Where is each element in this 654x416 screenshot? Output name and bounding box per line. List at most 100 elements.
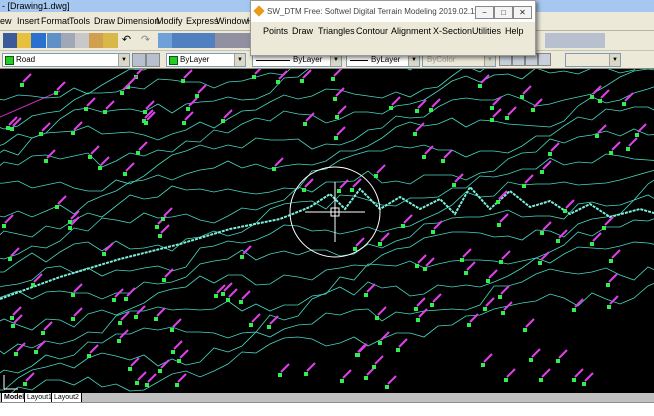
survey-point (54, 91, 58, 95)
dtm-menu-x-section[interactable]: X-Section (433, 25, 472, 37)
paste-icon[interactable] (89, 33, 104, 48)
make-current-layer-icon[interactable] (132, 53, 146, 67)
chevron-down-icon[interactable]: ▼ (609, 54, 620, 66)
copy-icon[interactable] (75, 33, 90, 48)
dtm-menu-points[interactable]: Points (263, 25, 288, 37)
alignment-path (0, 185, 654, 300)
survey-point (181, 79, 185, 83)
survey-point (120, 91, 124, 95)
survey-point (522, 184, 526, 188)
point-label (337, 105, 347, 115)
survey-point (88, 155, 92, 159)
dtm-menu-triangles[interactable]: Triangles (318, 25, 355, 37)
minimize-button[interactable]: − (475, 6, 494, 19)
dtm-menu-draw[interactable]: Draw (292, 25, 313, 37)
survey-point (118, 321, 122, 325)
new-icon[interactable] (3, 33, 18, 48)
survey-point (590, 95, 594, 99)
survey-point (626, 147, 630, 151)
point-label (584, 372, 594, 382)
plot-icon[interactable] (47, 33, 62, 48)
redo-icon[interactable]: ↷ (138, 33, 153, 48)
extra-dropdown[interactable]: ▼ (565, 53, 621, 67)
menu-tools[interactable]: Tools (69, 12, 90, 30)
survey-point (8, 257, 12, 261)
menu-modify[interactable]: Modify (156, 12, 183, 30)
survey-point (350, 188, 354, 192)
match-properties-icon[interactable] (103, 33, 118, 48)
survey-point (385, 385, 389, 389)
dtm-title: SW_DTM Free: Softwel Digital Terrain Mod… (267, 7, 479, 16)
point-label (177, 373, 187, 383)
survey-point (504, 378, 508, 382)
layer-dropdown[interactable]: Road ▼ (2, 53, 130, 67)
point-label (480, 74, 490, 84)
survey-point (135, 381, 139, 385)
survey-point (71, 293, 75, 297)
point-label (223, 282, 233, 292)
pan-icon[interactable] (158, 33, 173, 48)
survey-point (221, 292, 225, 296)
survey-point (249, 323, 253, 327)
menu-view[interactable]: ew (0, 12, 12, 30)
zoom-previous-icon[interactable] (200, 33, 215, 48)
dtm-menu-alignment[interactable]: Alignment (391, 25, 431, 37)
chevron-down-icon[interactable]: ▼ (118, 54, 129, 66)
survey-point (155, 225, 159, 229)
open-icon[interactable] (17, 33, 32, 48)
menu-dimension[interactable]: Dimension (117, 12, 160, 30)
dtm-menu-contour[interactable]: Contour (356, 25, 388, 37)
properties-icon[interactable] (215, 33, 230, 48)
view-tool-icon[interactable] (538, 53, 551, 66)
menu-draw[interactable]: Draw (94, 12, 115, 30)
point-label (147, 373, 157, 383)
point-label (355, 237, 365, 247)
survey-point (221, 119, 225, 123)
survey-point (333, 97, 337, 101)
dtm-menu-utilities[interactable]: Utilities (472, 25, 501, 37)
terrain-model-drawing[interactable] (0, 69, 654, 393)
contour-line (0, 169, 654, 288)
point-label (540, 251, 550, 261)
survey-point (582, 382, 586, 386)
point-label (22, 73, 32, 83)
chevron-down-icon[interactable]: ▼ (234, 54, 245, 66)
point-label (417, 254, 427, 264)
menu-express[interactable]: Express (186, 12, 219, 30)
layer-previous-icon[interactable] (575, 33, 590, 48)
help-icon[interactable] (545, 33, 560, 48)
survey-point (124, 297, 128, 301)
layer-state-icon[interactable] (590, 33, 605, 48)
reference-line (0, 90, 61, 118)
contour-line (0, 266, 654, 391)
survey-point (272, 167, 276, 171)
undo-icon[interactable]: ↶ (119, 33, 134, 48)
zoom-window-icon[interactable] (186, 33, 201, 48)
restore-button[interactable]: □ (494, 6, 513, 19)
cut-icon[interactable] (61, 33, 76, 48)
dtm-menu-help[interactable]: Help (505, 25, 524, 37)
color-dropdown[interactable]: ByLayer ▼ (166, 53, 246, 67)
contour-line (0, 69, 148, 101)
survey-point (490, 106, 494, 110)
close-button[interactable]: ✕ (513, 6, 532, 19)
contour-line (0, 128, 654, 260)
point-label (137, 371, 147, 381)
layer-manager-icon[interactable] (146, 53, 160, 67)
menu-format[interactable]: Format (41, 12, 70, 30)
point-label (380, 331, 390, 341)
menu-insert[interactable]: Insert (17, 12, 40, 30)
point-label (492, 108, 502, 118)
command-line[interactable] (0, 402, 654, 416)
survey-point (609, 151, 613, 155)
menu-window[interactable]: Window (216, 12, 248, 30)
point-label (522, 85, 532, 95)
save-icon[interactable] (31, 33, 46, 48)
survey-point (481, 363, 485, 367)
drawing-canvas[interactable] (0, 69, 654, 393)
zoom-realtime-icon[interactable] (172, 33, 187, 48)
design-center-icon[interactable] (229, 33, 244, 48)
point-label (138, 141, 148, 151)
layer-tool-icon[interactable] (560, 33, 575, 48)
point-label (136, 305, 146, 315)
